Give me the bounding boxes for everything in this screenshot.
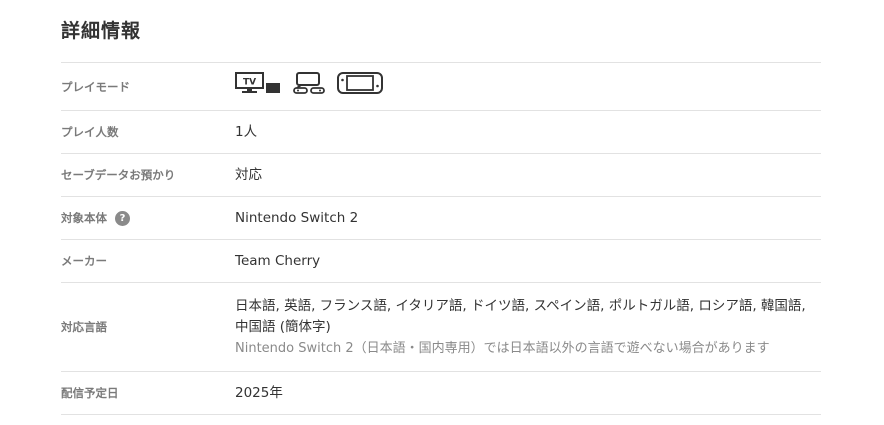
tabletop-mode-icon xyxy=(293,72,325,101)
languages-note: Nintendo Switch 2（日本語・国内専用）では日本語以外の言語で遊べ… xyxy=(235,340,770,356)
table-row-target-system: 対象本体 ? Nintendo Switch 2 xyxy=(61,197,821,240)
tv-mode-icon: TV xyxy=(235,72,281,101)
section-title: 詳細情報 xyxy=(61,20,142,42)
table-row-release-date: 配信予定日 2025年 xyxy=(61,372,821,415)
row-label-languages: 対応言語 xyxy=(61,320,107,334)
table-row-save-data: セーブデータお預かり 対応 xyxy=(61,154,821,197)
handheld-mode-icon xyxy=(337,72,383,101)
row-label-players: プレイ人数 xyxy=(61,125,119,139)
languages-line-1: 日本語, 英語, フランス語, イタリア語, ドイツ語, スペイン語, ポルトガ… xyxy=(235,297,806,314)
table-row-languages: 対応言語 日本語, 英語, フランス語, イタリア語, ドイツ語, スペイン語,… xyxy=(61,283,821,372)
details-table: プレイモード TV プレイ人数 1人 セーブデータお預かり 対応 対象本体 ? … xyxy=(61,62,821,415)
playmode-icons: TV xyxy=(235,72,821,101)
table-row-maker: メーカー Team Cherry xyxy=(61,240,821,283)
row-label-playmode: プレイモード xyxy=(61,79,130,94)
maker-value: Team Cherry xyxy=(235,252,321,269)
languages-line-2: 中国語 (簡体字) xyxy=(235,318,331,335)
row-label-release-date: 配信予定日 xyxy=(61,386,119,400)
row-label-maker: メーカー xyxy=(61,254,107,268)
languages-value: 日本語, 英語, フランス語, イタリア語, ドイツ語, スペイン語, ポルトガ… xyxy=(235,296,821,359)
help-icon[interactable]: ? xyxy=(115,210,130,226)
players-value: 1人 xyxy=(235,123,258,140)
table-row-playmode: プレイモード TV xyxy=(61,63,821,111)
tv-label: TV xyxy=(243,78,256,88)
target-system-label-text: 対象本体 xyxy=(61,211,107,225)
row-label-target-system: 対象本体 ? xyxy=(61,210,235,226)
save-data-value: 対応 xyxy=(235,166,262,183)
table-row-players: プレイ人数 1人 xyxy=(61,111,821,154)
target-system-value: Nintendo Switch 2 xyxy=(235,209,359,226)
release-date-value: 2025年 xyxy=(235,384,283,401)
row-label-save-data: セーブデータお預かり xyxy=(61,168,176,182)
